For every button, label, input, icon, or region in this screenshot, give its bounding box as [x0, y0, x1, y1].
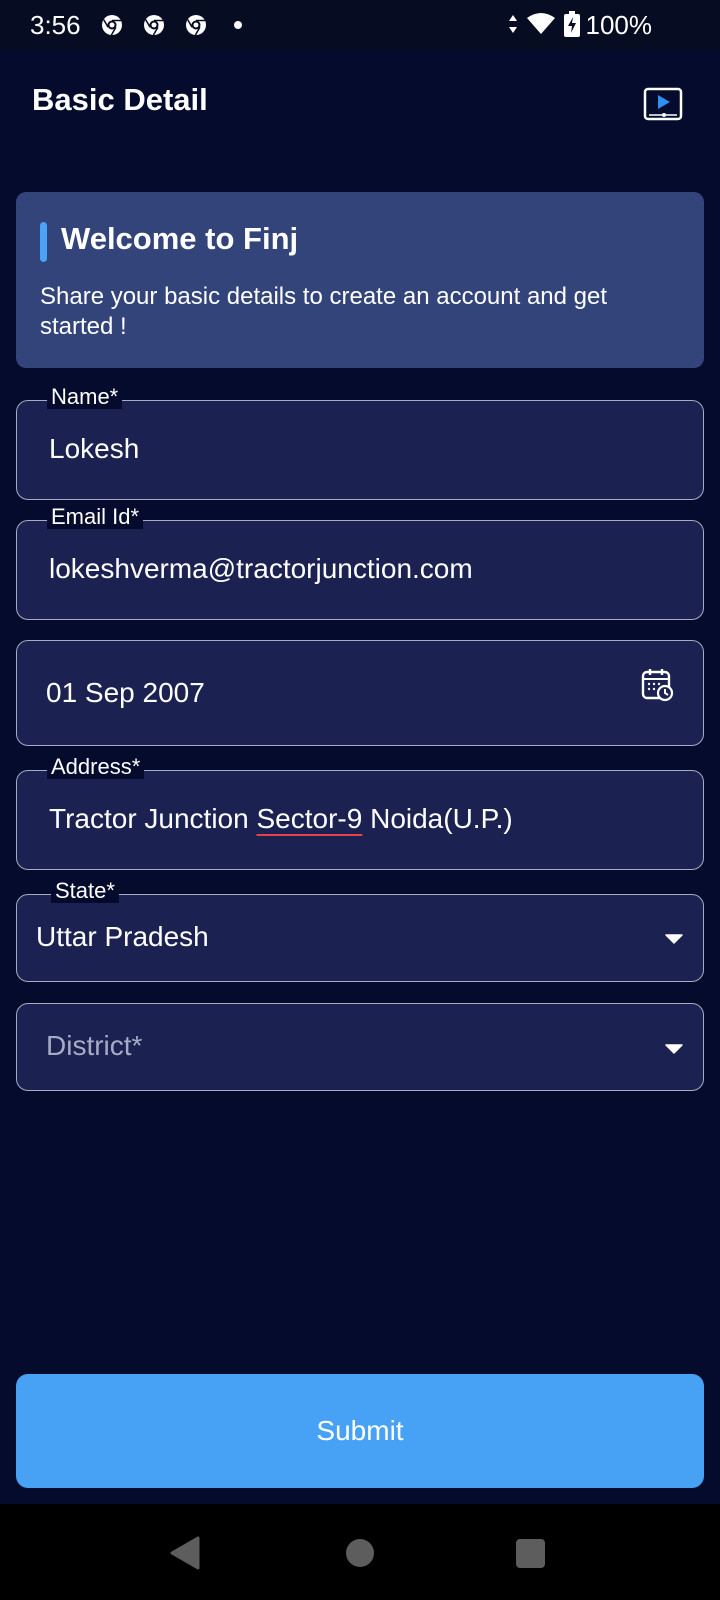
date-of-birth-value: 01 Sep 2007 — [46, 677, 205, 708]
system-icons — [508, 11, 580, 37]
address-value: Tractor Junction Sector-9 Noida(U.P.) — [49, 803, 513, 835]
email-value: lokeshverma@tractorjunction.com — [49, 553, 473, 584]
page-title: Basic Detail — [32, 82, 208, 117]
welcome-subtitle: Share your basic details to create an ac… — [40, 283, 608, 340]
state-label: State* — [51, 879, 119, 903]
nav-home-icon[interactable] — [346, 1539, 374, 1567]
email-label: Email Id* — [47, 505, 144, 529]
accent-bar — [40, 222, 47, 262]
district-dropdown[interactable]: District* — [16, 1003, 704, 1091]
data-arrows-icon — [509, 15, 517, 33]
video-tutorial-icon[interactable] — [643, 87, 683, 123]
more-notifications-dot — [234, 21, 242, 29]
chevron-down-icon — [665, 934, 683, 944]
name-label: Name* — [47, 385, 123, 409]
submit-button[interactable]: Submit — [16, 1374, 704, 1488]
welcome-title: Welcome to Finj — [61, 221, 299, 256]
nav-recents-icon[interactable] — [516, 1539, 545, 1568]
welcome-card: Welcome to Finj Share your basic details… — [16, 192, 704, 368]
system-navigation-bar — [0, 1504, 720, 1600]
battery-percentage: 100% — [585, 10, 653, 40]
wifi-icon — [527, 13, 555, 34]
address-misspelled-part: Sector-9 — [256, 803, 363, 834]
address-label: Address* — [47, 755, 145, 779]
email-field[interactable]: Email Id* lokeshverma@tractorjunction.co… — [16, 505, 704, 620]
chrome-icon — [186, 15, 206, 36]
nav-back-icon[interactable] — [170, 1536, 200, 1570]
status-bar: 3:56 100% — [0, 0, 720, 50]
chrome-icon — [144, 15, 164, 36]
name-value: Lokesh — [49, 433, 140, 464]
address-part: Noida(U.P.) — [362, 803, 513, 834]
battery-charging-icon — [564, 11, 580, 37]
date-of-birth-field[interactable]: 01 Sep 2007 — [16, 640, 704, 746]
chrome-icon — [102, 15, 122, 36]
notification-icons — [100, 13, 242, 37]
address-part: Tractor Junction — [49, 803, 257, 834]
calendar-clock-icon[interactable] — [641, 668, 675, 702]
address-field[interactable]: Address* Tractor Junction Sector-9 Noida… — [16, 755, 704, 870]
state-dropdown[interactable]: State* Uttar Pradesh — [16, 879, 704, 982]
name-field[interactable]: Name* Lokesh — [16, 385, 704, 500]
state-value: Uttar Pradesh — [36, 921, 209, 952]
district-placeholder: District* — [46, 1030, 143, 1061]
status-time: 3:56 — [30, 10, 81, 40]
chevron-down-icon — [665, 1044, 683, 1054]
